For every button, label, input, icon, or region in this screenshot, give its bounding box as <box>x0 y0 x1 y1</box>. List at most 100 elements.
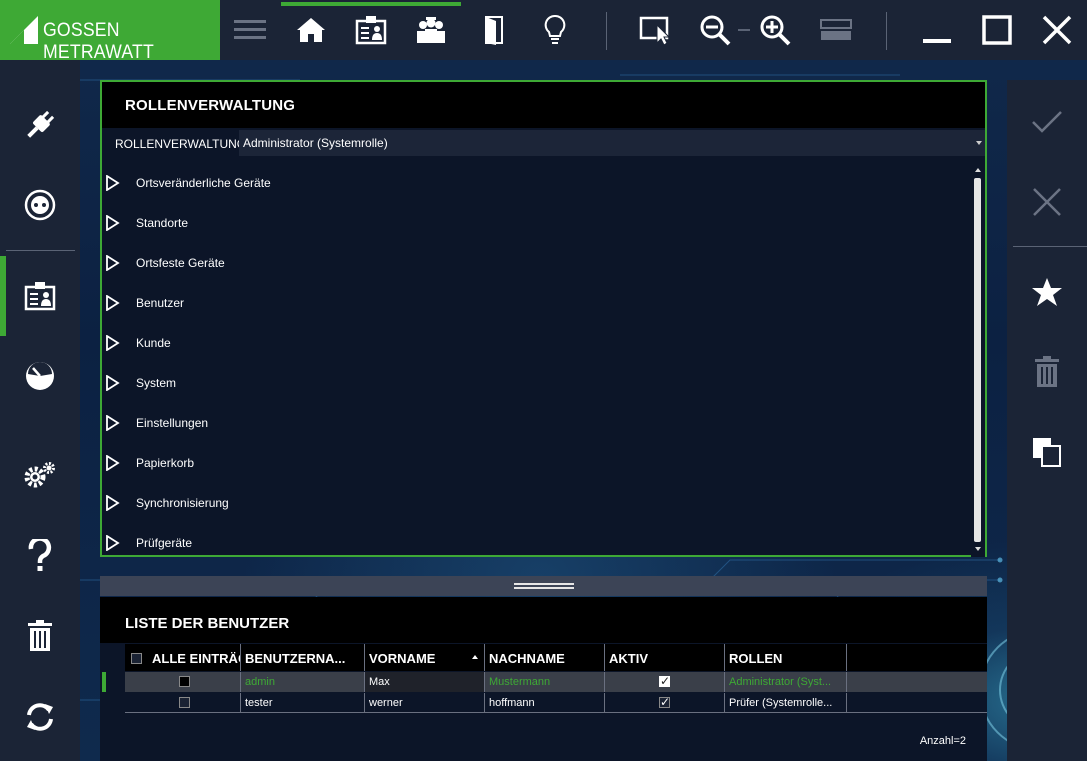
table-row[interactable]: tester werner hoffmann ✓ Prüfer (Systemr… <box>125 693 987 713</box>
tree-item[interactable]: Synchronisierung <box>102 482 970 522</box>
brand-mark-icon <box>10 16 38 44</box>
grid-header: ALLE EINTRÄGE BENUTZERNA... VORNAME NACH… <box>125 644 987 671</box>
sort-ascending-icon <box>472 655 478 659</box>
expand-arrow-icon[interactable] <box>106 335 120 351</box>
table-row[interactable]: admin Max Mustermann ✓ Administrator (Sy… <box>125 672 987 692</box>
tree-item[interactable]: Ortsfeste Geräte <box>102 242 970 282</box>
sidebar-item-help[interactable] <box>0 516 80 596</box>
door-icon <box>485 16 503 45</box>
expand-arrow-icon[interactable] <box>106 215 120 231</box>
cancel-button[interactable] <box>1007 162 1087 242</box>
cell-roles: Administrator (Syst... <box>725 672 847 692</box>
minimize-button[interactable] <box>907 0 967 60</box>
panel-title: LISTE DER BENUTZER <box>100 597 987 643</box>
user-card-icon <box>24 282 56 311</box>
expand-arrow-icon[interactable] <box>106 455 120 471</box>
cell-firstname[interactable]: Max <box>365 672 485 692</box>
brand-logo: GOSSEN METRAWATT <box>0 0 220 63</box>
tree-item[interactable]: Papierkorb <box>102 442 970 482</box>
home-button[interactable] <box>281 0 341 60</box>
toolbar-divider <box>886 12 887 50</box>
plug-icon <box>27 110 55 138</box>
user-card-icon <box>355 16 387 45</box>
copy-icon <box>1033 438 1061 467</box>
gauge-icon <box>26 362 54 390</box>
expand-arrow-icon[interactable] <box>106 255 120 271</box>
layout-icon <box>820 19 852 40</box>
sidebar-item-recycle-bin[interactable] <box>0 596 80 676</box>
minimize-icon <box>923 39 951 43</box>
column-header-roles[interactable]: ROLLEN <box>725 644 847 671</box>
tree-item[interactable]: Ortsveränderliche Geräte <box>102 162 970 202</box>
maximize-icon <box>982 15 1012 45</box>
tree-item[interactable]: Prüfgeräte <box>102 522 970 562</box>
tree-scrollbar[interactable] <box>971 164 985 557</box>
row-checkbox[interactable] <box>179 676 190 687</box>
sidebar-item-user-management[interactable] <box>0 256 80 336</box>
group-button[interactable] <box>401 0 461 60</box>
splitter-grip-icon[interactable] <box>514 583 574 589</box>
expand-arrow-icon[interactable] <box>106 295 120 311</box>
column-header-active[interactable]: AKTIV <box>605 644 725 671</box>
column-header-username[interactable]: BENUTZERNA... <box>241 644 365 671</box>
scroll-up-arrow-icon[interactable] <box>975 168 981 172</box>
column-header-firstname[interactable]: VORNAME <box>365 644 485 671</box>
panel-splitter[interactable] <box>100 576 987 596</box>
expand-arrow-icon[interactable] <box>106 415 120 431</box>
check-icon <box>1032 111 1062 133</box>
role-select-row: ROLLENVERWALTUNG Administrator (Systemro… <box>102 128 985 158</box>
sidebar-item-sync[interactable] <box>0 677 80 757</box>
column-header-select-all[interactable]: ALLE EINTRÄGE <box>125 644 241 671</box>
tree-item[interactable]: System <box>102 362 970 402</box>
role-management-panel: ROLLENVERWALTUNG ROLLENVERWALTUNG Admini… <box>100 80 987 557</box>
sidebar-item-portable-devices[interactable] <box>0 85 80 165</box>
favorite-button[interactable] <box>1007 252 1087 332</box>
zoom-out-button[interactable] <box>686 0 746 60</box>
expand-arrow-icon[interactable] <box>106 495 120 511</box>
role-select-dropdown[interactable]: Administrator (Systemrolle) <box>239 130 985 156</box>
close-button[interactable] <box>1027 0 1087 60</box>
pointer-select-button[interactable] <box>626 0 686 60</box>
tree-item-label: Kunde <box>136 336 171 350</box>
menu-icon <box>234 20 266 39</box>
sidebar-item-measurements[interactable] <box>0 336 80 416</box>
tree-item[interactable]: Standorte <box>102 202 970 242</box>
row-select-cell[interactable] <box>125 672 241 692</box>
star-icon <box>1032 278 1062 306</box>
confirm-button[interactable] <box>1007 82 1087 162</box>
socket-icon <box>24 189 56 221</box>
sidebar-item-settings[interactable] <box>0 435 80 515</box>
select-all-checkbox[interactable] <box>131 653 142 664</box>
tree-item[interactable]: Kunde <box>102 322 970 362</box>
tree-item[interactable]: Benutzer <box>102 282 970 322</box>
actionbar-divider <box>1013 246 1087 247</box>
tree-item[interactable]: Einstellungen <box>102 402 970 442</box>
cell-lastname: hoffmann <box>485 693 605 713</box>
door-button[interactable] <box>464 0 524 60</box>
expand-arrow-icon[interactable] <box>106 375 120 391</box>
copy-button[interactable] <box>1007 412 1087 492</box>
layout-button[interactable] <box>806 0 866 60</box>
scroll-down-arrow-icon[interactable] <box>975 547 981 551</box>
column-header-lastname[interactable]: NACHNAME <box>485 644 605 671</box>
user-list-panel: LISTE DER BENUTZER ALLE EINTRÄGE BENUTZE… <box>100 597 987 761</box>
expand-arrow-icon[interactable] <box>106 175 120 191</box>
expand-arrow-icon[interactable] <box>106 535 120 551</box>
tips-button[interactable] <box>525 0 585 60</box>
menu-button[interactable] <box>220 0 280 60</box>
top-toolbar: GOSSEN METRAWATT <box>0 0 1087 63</box>
sidebar-item-fixed-devices[interactable] <box>0 165 80 245</box>
maximize-button[interactable] <box>967 0 1027 60</box>
cell-active: ✓ <box>605 693 725 713</box>
tree-item-label: Prüfgeräte <box>136 536 193 550</box>
tree-item-label: Standorte <box>136 216 189 230</box>
row-checkbox[interactable] <box>179 697 190 708</box>
cell-lastname: Mustermann <box>485 672 605 692</box>
scrollbar-thumb[interactable] <box>974 178 981 542</box>
row-select-cell[interactable] <box>125 693 241 713</box>
delete-button[interactable] <box>1007 332 1087 412</box>
role-select-label: ROLLENVERWALTUNG <box>115 137 247 151</box>
zoom-in-button[interactable] <box>746 0 806 60</box>
user-card-button[interactable] <box>341 0 401 60</box>
left-sidebar <box>0 60 80 761</box>
